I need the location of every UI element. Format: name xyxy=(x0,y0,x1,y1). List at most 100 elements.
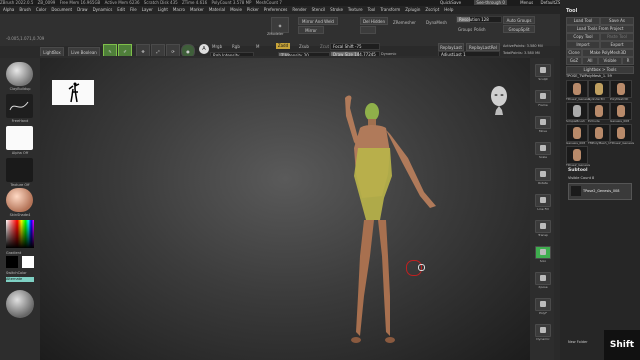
menu-document[interactable]: Document xyxy=(51,7,72,12)
paste-tool-button[interactable]: Paste Tool xyxy=(600,33,634,41)
all-button[interactable]: All xyxy=(582,57,598,65)
m-toggle[interactable]: M xyxy=(256,44,259,49)
visible-button[interactable]: Visible xyxy=(598,57,622,65)
menu-tool[interactable]: Tool xyxy=(368,7,376,12)
menu-color[interactable]: Color xyxy=(36,7,46,12)
material-slot[interactable] xyxy=(6,188,33,212)
menu-layer[interactable]: Layer xyxy=(142,7,153,12)
primary-color-swatch[interactable] xyxy=(22,256,34,268)
alpha-slot[interactable] xyxy=(6,126,33,150)
menu-movie[interactable]: Movie xyxy=(230,7,242,12)
shelf-polyf-button[interactable]: PolyF xyxy=(535,298,551,315)
zremesher-button[interactable]: ZRemesher xyxy=(393,20,416,25)
shelf-rotate-button[interactable]: Rotate xyxy=(535,168,551,185)
new-folder-button[interactable]: New Folder xyxy=(568,340,588,344)
tool-thumbnail[interactable] xyxy=(588,102,610,120)
orientation-head-gizmo[interactable] xyxy=(488,84,510,116)
shelf-sculpt-button[interactable]: Sculpt xyxy=(535,64,551,81)
menu-texture[interactable]: Texture xyxy=(348,7,363,12)
shelf-xpose-button[interactable]: Xpose xyxy=(535,272,551,289)
menu-preferences[interactable]: Preferences xyxy=(264,7,288,12)
tool-thumbnail[interactable] xyxy=(566,102,588,120)
del-hidden-button[interactable]: Del Hidden xyxy=(360,17,388,25)
load-tool-button[interactable]: Load Tool xyxy=(566,17,600,25)
resolution-slider[interactable]: Resolution 128 xyxy=(456,16,502,23)
tool-thumbnail[interactable] xyxy=(566,146,588,164)
clone-button[interactable]: Clone xyxy=(566,49,582,57)
color-picker[interactable] xyxy=(6,220,34,248)
texture-slot[interactable] xyxy=(6,158,33,182)
material-sphere[interactable] xyxy=(6,290,34,318)
save-as-button[interactable]: Save As xyxy=(600,17,634,25)
zcut-button[interactable]: Zcut xyxy=(320,44,329,49)
shelf-solo-button[interactable]: Solo xyxy=(535,246,551,263)
tool-thumbnail[interactable] xyxy=(610,124,632,142)
shelf-transp-button[interactable]: Transp xyxy=(535,220,551,237)
alternate-button[interactable]: Alternate xyxy=(6,277,34,282)
zsub-button[interactable]: Zsub xyxy=(299,44,309,49)
group-split-button[interactable]: GroupSplit xyxy=(503,25,535,33)
shelf-frame-button[interactable]: Frame xyxy=(535,90,551,107)
replay-last-rel-button[interactable]: ReplayLastRel xyxy=(466,43,500,51)
r-button[interactable]: R xyxy=(622,57,634,65)
goz-button[interactable]: GoZ xyxy=(566,57,582,65)
switch-color-button[interactable]: SwitchColor xyxy=(6,271,27,275)
menu-picker[interactable]: Picker xyxy=(247,7,259,12)
shelf-line-fill-button[interactable]: Line Fill xyxy=(535,194,551,211)
viewport-canvas[interactable] xyxy=(40,58,530,360)
menu-edit[interactable]: Edit xyxy=(117,7,125,12)
groups-toggle[interactable]: Groups xyxy=(458,27,472,32)
make-polymesh-button[interactable]: Make PolyMesh3D xyxy=(582,49,634,57)
tool-thumbnail[interactable] xyxy=(588,80,610,98)
extra-button[interactable] xyxy=(360,26,376,34)
menu-alpha[interactable]: Alpha xyxy=(3,7,14,12)
menu-macro[interactable]: Macro xyxy=(173,7,185,12)
zmodeler-button[interactable]: ◈ xyxy=(271,17,289,33)
menu-transform[interactable]: Transform xyxy=(380,7,400,12)
subtool-header[interactable]: Subtool xyxy=(568,168,588,173)
tool-thumbnail[interactable] xyxy=(610,80,632,98)
dynamesh-button[interactable]: DynaMesh xyxy=(426,20,447,25)
replay-last-button[interactable]: ReplayLast xyxy=(438,43,464,51)
menu-zplugin[interactable]: Zplugin xyxy=(405,7,420,12)
mirror-button[interactable]: Mirror xyxy=(298,26,324,34)
menu-light[interactable]: Light xyxy=(158,7,168,12)
mirror-and-weld-button[interactable]: Mirror And Weld xyxy=(298,17,338,25)
menu-material[interactable]: Material xyxy=(209,7,225,12)
secondary-color-swatch[interactable] xyxy=(6,256,18,268)
menus-button[interactable]: Menus xyxy=(520,0,533,5)
quicksave-button[interactable]: QuickSave xyxy=(440,0,461,5)
tool-thumbnail[interactable] xyxy=(566,124,588,142)
menu-help[interactable]: Help xyxy=(444,7,453,12)
shelf-scale-button[interactable]: Scale xyxy=(535,142,551,159)
import-button[interactable]: Import xyxy=(566,41,600,49)
menu-stencil[interactable]: Stencil xyxy=(312,7,326,12)
rgb-toggle[interactable]: Rgb xyxy=(232,44,240,49)
tool-thumbnail[interactable] xyxy=(588,124,610,142)
tool-thumbnail[interactable] xyxy=(566,80,588,98)
zadd-button[interactable]: Zadd xyxy=(276,43,290,49)
focal-shift-slider[interactable]: Focal Shift -75 xyxy=(330,43,380,50)
menu-draw[interactable]: Draw xyxy=(77,7,87,12)
auto-groups-button[interactable]: Auto Groups xyxy=(503,16,535,24)
load-tools-from-project-button[interactable]: Load Tools From Project xyxy=(566,25,634,33)
menu-dynamics[interactable]: Dynamics xyxy=(93,7,113,12)
lightbox-tools-button[interactable]: Lightbox > Tools xyxy=(566,66,634,74)
menu-zscript[interactable]: Zscript xyxy=(425,7,439,12)
menu-render[interactable]: Render xyxy=(292,7,306,12)
subtool-list-item[interactable]: TPose2_Genesis_008 xyxy=(568,183,632,200)
shelf-dynamic-button[interactable]: Dynamic xyxy=(535,324,551,341)
copy-tool-button[interactable]: Copy Tool xyxy=(566,33,600,41)
menu-stroke[interactable]: Stroke xyxy=(330,7,343,12)
navigation-thumbnail[interactable] xyxy=(52,80,94,105)
see-through-slider[interactable]: See-through 0 xyxy=(474,0,507,5)
mrgb-toggle[interactable]: Mrgb xyxy=(212,44,222,49)
menu-marker[interactable]: Marker xyxy=(190,7,204,12)
polish-toggle[interactable]: Polish xyxy=(474,27,486,32)
export-button[interactable]: Export xyxy=(600,41,634,49)
menu-brush[interactable]: Brush xyxy=(19,7,31,12)
a-button[interactable]: A xyxy=(199,44,209,54)
stroke-slot[interactable] xyxy=(6,94,33,118)
shelf-move-button[interactable]: Move xyxy=(535,116,551,133)
sculpted-figure[interactable] xyxy=(320,86,460,356)
